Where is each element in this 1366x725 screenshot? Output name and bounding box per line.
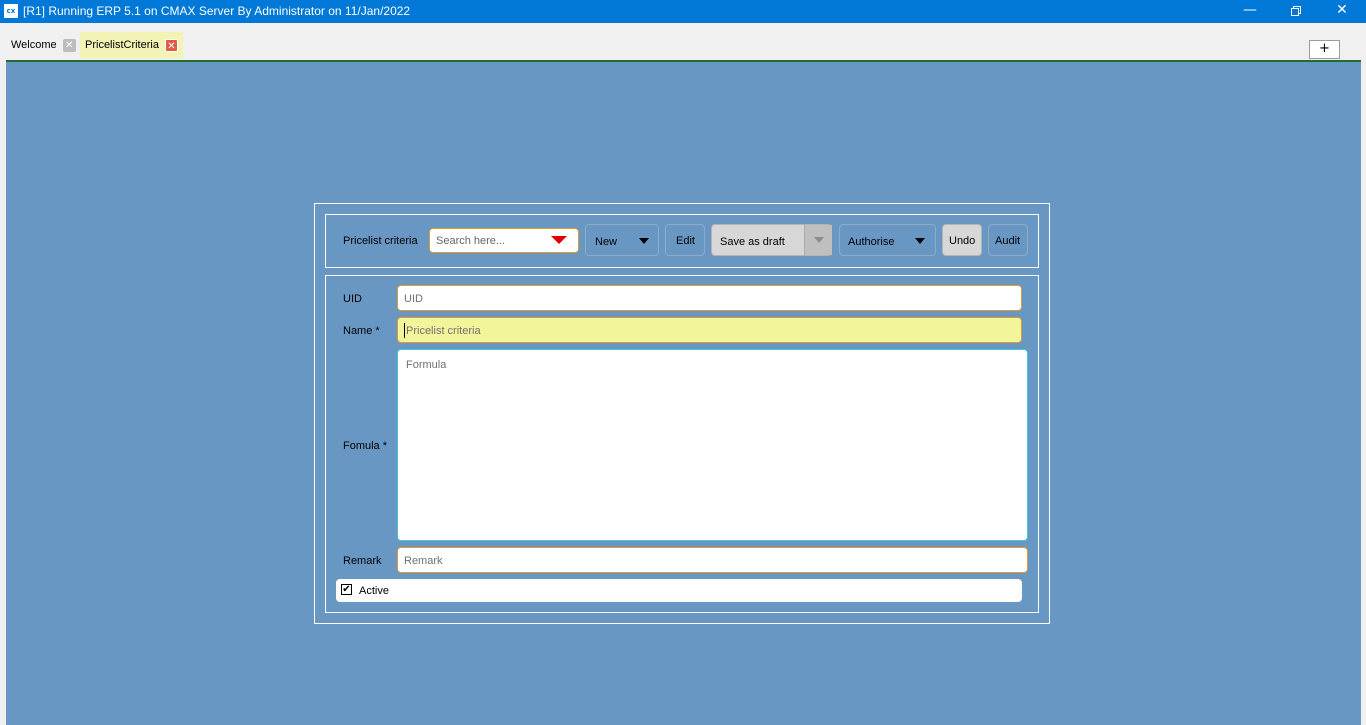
name-label: Name * — [343, 325, 380, 337]
audit-button[interactable]: Audit — [988, 224, 1028, 256]
save-options-dropdown[interactable] — [804, 225, 832, 255]
search-input[interactable] — [436, 233, 546, 249]
minimize-button[interactable]: — — [1227, 0, 1273, 23]
close-window-button[interactable]: ✕ — [1319, 0, 1365, 23]
form-title-label: Pricelist criteria — [343, 235, 418, 247]
remark-input[interactable] — [404, 553, 1004, 568]
tab-welcome[interactable]: Welcome ✕ — [6, 32, 78, 58]
minimize-icon: — — [1243, 2, 1257, 18]
search-box[interactable] — [429, 228, 579, 253]
active-checkbox[interactable]: ✔ — [341, 584, 352, 595]
uid-input[interactable] — [404, 291, 1004, 306]
edit-button[interactable]: Edit — [665, 224, 705, 256]
name-field[interactable] — [397, 317, 1022, 343]
remark-field[interactable] — [397, 547, 1028, 573]
restore-button[interactable] — [1273, 0, 1319, 23]
new-button-label: New — [595, 236, 618, 248]
caret-down-icon — [639, 238, 649, 244]
active-label: Active — [359, 585, 389, 597]
app-logo-icon: cx — [4, 4, 18, 18]
edit-button-label: Edit — [676, 235, 695, 247]
new-button[interactable]: New — [585, 224, 659, 256]
title-bar: cx [R1] Running ERP 5.1 on CMAX Server B… — [0, 0, 1366, 23]
formula-field[interactable] — [397, 349, 1028, 541]
tab-close-icon[interactable]: ✕ — [62, 38, 76, 52]
window-title: [R1] Running ERP 5.1 on CMAX Server By A… — [23, 4, 411, 18]
save-as-draft-button[interactable]: Save as draft — [711, 224, 832, 256]
formula-label: Fomula * — [343, 440, 388, 452]
formula-textarea[interactable] — [406, 359, 1006, 529]
uid-field[interactable] — [397, 285, 1022, 311]
restore-icon — [1291, 6, 1301, 16]
caret-down-icon — [915, 238, 925, 244]
undo-button-label: Undo — [949, 235, 976, 247]
tab-bar: Welcome ✕ PricelistCriteria ✕ + — [0, 23, 1366, 61]
caret-down-icon — [814, 237, 824, 243]
remark-label: Remark — [343, 555, 382, 567]
search-dropdown-icon[interactable] — [551, 236, 567, 244]
uid-label: UID — [343, 293, 362, 305]
tab-pricelist-criteria[interactable]: PricelistCriteria ✕ — [80, 32, 183, 58]
undo-button[interactable]: Undo — [942, 224, 982, 256]
name-input[interactable] — [404, 323, 1004, 338]
tab-close-icon[interactable]: ✕ — [164, 38, 178, 52]
save-button-label: Save as draft — [720, 236, 785, 248]
close-icon: ✕ — [1336, 2, 1348, 18]
authorise-button-label: Authorise — [848, 236, 895, 248]
active-row: ✔ Active — [336, 579, 1022, 602]
audit-button-label: Audit — [995, 235, 1021, 247]
tab-label: Welcome — [11, 39, 57, 51]
authorise-button[interactable]: Authorise — [839, 224, 936, 256]
tab-label: PricelistCriteria — [85, 39, 159, 51]
add-tab-button[interactable]: + — [1309, 40, 1340, 59]
